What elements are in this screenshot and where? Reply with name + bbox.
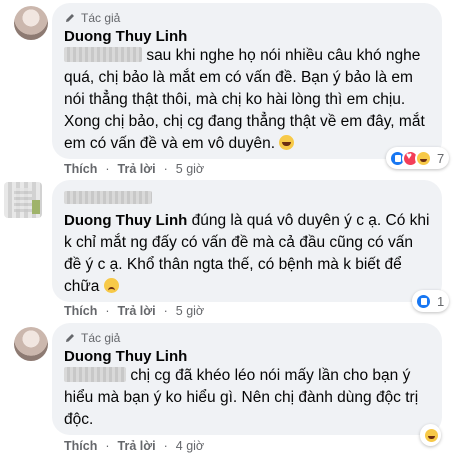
comment-text: sau khi nghe họ nói nhiều câu khó nghe q… — [64, 45, 430, 155]
reaction-count: 7 — [437, 150, 445, 166]
author-avatar[interactable] — [14, 327, 48, 361]
haha-icon — [423, 426, 440, 444]
laughing-emoji-icon — [279, 135, 295, 150]
reply-link[interactable]: Trả lời — [118, 439, 156, 453]
author-badge: Tác giả — [64, 11, 430, 25]
author-name[interactable]: Duong Thuy Linh — [64, 348, 430, 365]
timestamp[interactable]: 4 giờ — [176, 439, 204, 453]
badge-label: Tác giả — [81, 331, 121, 345]
author-avatar[interactable] — [14, 6, 48, 40]
reaction-summary[interactable] — [420, 424, 441, 446]
redacted-name — [64, 367, 126, 382]
comment-bubble: Tác giả Duong Thuy Linh chị cg đã khéo l… — [52, 323, 442, 435]
author-badge: Tác giả — [64, 331, 430, 345]
commenter-avatar[interactable] — [4, 182, 42, 218]
comment-text-line: chị cg đã khéo léo nói mấy lần cho bạn ý — [130, 367, 411, 384]
reply-link[interactable]: Trả lời — [118, 162, 156, 176]
haha-icon — [415, 149, 432, 167]
comment-bubble: Duong Thuy Linh đúng là quá vô duyên ý c… — [52, 180, 442, 302]
sad-emoji-icon — [103, 278, 119, 293]
comment-actions: Thích · Trả lời · 5 giờ — [64, 304, 205, 318]
reaction-count: 1 — [437, 293, 445, 309]
like-link[interactable]: Thích — [64, 162, 97, 176]
comment-text-body: hiểu mà bạn ý ko hiểu gì. Nên chị đành d… — [64, 389, 419, 428]
like-link[interactable]: Thích — [64, 304, 97, 318]
comment-text: chị cg đã khéo léo nói mấy lần cho bạn ý… — [64, 365, 430, 431]
tagged-author-name[interactable]: Duong Thuy Linh — [64, 212, 187, 229]
badge-label: Tác giả — [81, 11, 121, 25]
reaction-summary[interactable]: 7 — [386, 147, 450, 169]
comment-text-line: sau khi nghe họ nói nhiều câu khó nghe — [146, 47, 421, 64]
timestamp[interactable]: 5 giờ — [176, 162, 204, 176]
redacted-commenter-name — [64, 191, 152, 204]
reaction-summary[interactable]: 1 — [412, 290, 450, 312]
comment-text: Duong Thuy Linh đúng là quá vô duyên ý c… — [64, 210, 430, 298]
comment-actions: Thích · Trả lời · 4 giờ — [64, 439, 205, 453]
comment-actions: Thích · Trả lời · 5 giờ — [64, 162, 205, 176]
redacted-name — [64, 47, 142, 62]
pen-icon — [66, 14, 74, 22]
like-icon — [415, 292, 432, 310]
comment-bubble: Tác giả Duong Thuy Linh sau khi nghe họ … — [52, 3, 442, 159]
author-name[interactable]: Duong Thuy Linh — [64, 28, 430, 45]
comment-text-body: quá, chị bảo là mắt em có vấn đề. Bạn ý … — [64, 69, 425, 152]
like-link[interactable]: Thích — [64, 439, 97, 453]
pen-icon — [66, 334, 74, 342]
timestamp[interactable]: 5 giờ — [176, 304, 204, 318]
reply-link[interactable]: Trả lời — [118, 304, 156, 318]
